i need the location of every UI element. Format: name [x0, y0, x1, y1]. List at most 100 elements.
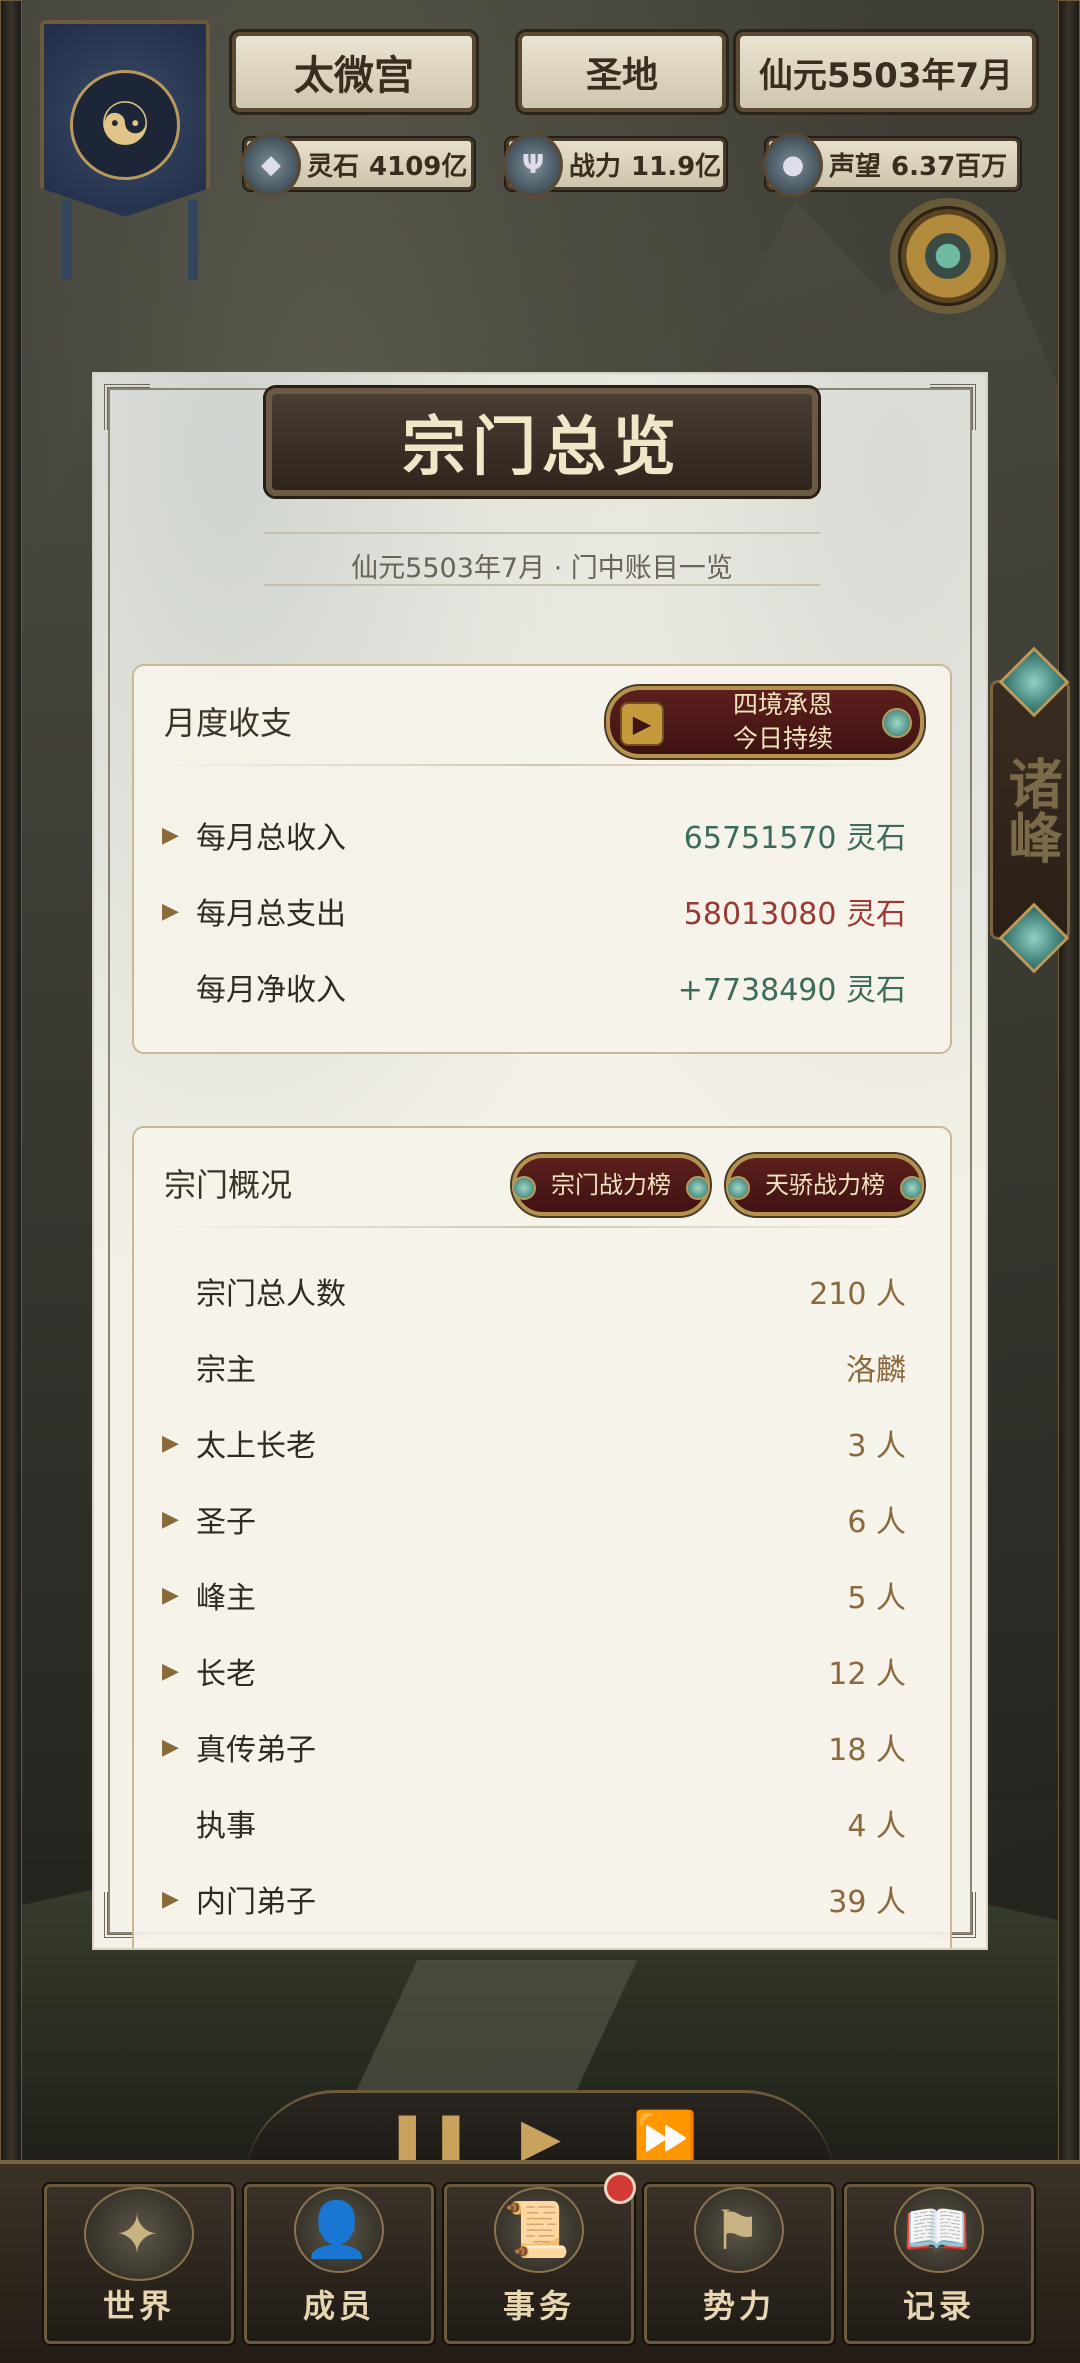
divider: [264, 532, 820, 534]
reputation-label: 声望: [829, 151, 882, 182]
expand-arrow-icon: ▶: [162, 1658, 179, 1684]
trident-icon: Ψ: [503, 133, 563, 197]
taiji-emblem-icon: ☯: [70, 70, 180, 180]
sect-name: 太微宫: [229, 29, 479, 115]
expand-arrow-icon: ▶: [162, 898, 179, 924]
reputation-value: 6.37百万: [891, 151, 1008, 182]
expand-arrow-icon: ▶: [162, 1582, 179, 1608]
finance-row-net: 每月净收入 +7738490 灵石: [162, 962, 906, 1012]
sect-status-card: 宗门概况 宗门战力榜 天骄战力榜 宗门总人数 210 人 宗主 洛麟 ▶ 太上长…: [132, 1126, 952, 1948]
book-icon: 📖: [894, 2187, 984, 2273]
list-item: 宗主 洛麟: [162, 1342, 906, 1392]
nav-members[interactable]: 👤 成员: [242, 2182, 436, 2346]
nav-label: 势力: [702, 2287, 775, 2325]
overview-heading: 宗门概况: [164, 1166, 293, 1204]
row-label: 每月总收入: [196, 821, 346, 856]
row-value: +7738490 灵石: [677, 973, 906, 1008]
finance-heading: 月度收支: [164, 704, 293, 742]
screen-frame-left: [0, 0, 22, 2363]
row-value: 6 人: [847, 1505, 906, 1540]
row-value: 3 人: [847, 1429, 906, 1464]
sect-tier: 圣地: [515, 29, 729, 115]
row-label: 真传弟子: [196, 1733, 316, 1768]
power-value: 11.9亿: [631, 151, 722, 182]
video-play-icon: ▶: [620, 702, 664, 746]
list-item: 执事 4 人: [162, 1798, 906, 1848]
scroll-icon: 📜: [494, 2187, 584, 2273]
grace-buff-button[interactable]: ▶ 四境承恩 今日持续: [604, 684, 926, 760]
expand-arrow-icon: ▶: [162, 1506, 179, 1532]
row-value: 39 人: [828, 1885, 906, 1920]
list-item[interactable]: ▶ 真传弟子 18 人: [162, 1722, 906, 1772]
row-label: 执事: [196, 1809, 256, 1844]
spirit-stone-icon: ◆: [241, 133, 301, 197]
panel-subtitle: 仙元5503年7月 · 门中账目一览: [351, 553, 733, 584]
expand-arrow-icon: ▶: [162, 1430, 179, 1456]
grace-buff-line2: 今日持续: [732, 724, 833, 753]
row-value: 18 人: [828, 1733, 906, 1768]
nav-power[interactable]: ⚑ 势力: [642, 2182, 836, 2346]
nav-label: 成员: [302, 2287, 375, 2325]
monthly-finance-card: 月度收支 ▶ 四境承恩 今日持续 ▶ 每月总收入 65751570 灵石 ▶ 每…: [132, 664, 952, 1054]
reputation-orb-icon: ●: [763, 133, 823, 197]
nav-records[interactable]: 📖 记录: [842, 2182, 1036, 2346]
faction-banner-icon: ⚑: [694, 2187, 784, 2273]
play-icon[interactable]: ▶: [506, 2108, 576, 2168]
grace-buff-line1: 四境承恩: [732, 690, 833, 719]
bottom-nav: ✦ 世界 👤 成员 📜 事务 ⚑ 势力 📖 记录: [0, 2160, 1080, 2363]
row-label: 每月总支出: [196, 897, 346, 932]
notification-dot: [604, 2172, 636, 2204]
expand-arrow-icon: ▶: [162, 1734, 179, 1760]
list-item[interactable]: ▶ 长老 12 人: [162, 1646, 906, 1696]
grace-buff-text: 四境承恩 今日持续: [733, 688, 833, 756]
fast-forward-icon[interactable]: ⏩: [620, 2108, 710, 2169]
corner-ornament-icon: [930, 384, 976, 430]
row-label: 长老: [196, 1657, 256, 1692]
nav-label: 记录: [902, 2287, 975, 2325]
spirit-stone-label: 灵石: [307, 151, 360, 182]
list-item[interactable]: ▶ 圣子 6 人: [162, 1494, 906, 1544]
row-label: 峰主: [196, 1581, 256, 1616]
row-value: 4 人: [847, 1809, 906, 1844]
disciple-portrait-icon: 👤: [294, 2187, 384, 2273]
row-value: 洛麟: [846, 1353, 906, 1388]
screen-frame-right: [1058, 0, 1080, 2363]
finance-row-expense[interactable]: ▶ 每月总支出 58013080 灵石: [162, 886, 906, 936]
power-stat: Ψ 战力 11.9亿: [503, 133, 728, 197]
sect-overview-panel: 宗门总览 仙元5503年7月 · 门中账目一览 月度收支 ▶ 四境承恩 今日持续…: [92, 372, 988, 1950]
row-value: 65751570 灵石: [683, 821, 906, 856]
expand-arrow-icon: ▶: [162, 1886, 179, 1912]
sect-power-ranking-button[interactable]: 宗门战力榜: [510, 1152, 712, 1218]
divider: [264, 584, 820, 586]
reputation-stat: ● 声望 6.37百万: [763, 133, 1022, 197]
row-value: 12 人: [828, 1657, 906, 1692]
top-bar: ☯ 太微宫 圣地 仙元5503年7月 ◆ 灵石 4109亿 Ψ 战力 11.9亿…: [0, 0, 1080, 280]
nav-affairs[interactable]: 📜 事务: [442, 2182, 636, 2346]
list-item[interactable]: ▶ 峰主 5 人: [162, 1570, 906, 1620]
row-label: 宗主: [196, 1353, 256, 1388]
pause-icon[interactable]: ❚❚: [385, 2108, 472, 2168]
list-item[interactable]: ▶ 太上长老 3 人: [162, 1418, 906, 1468]
row-label: 圣子: [196, 1505, 256, 1540]
expand-arrow-icon: ▶: [162, 822, 179, 848]
banner-tassel-icon: [188, 200, 198, 280]
row-label: 内门弟子: [196, 1885, 316, 1920]
divider: [162, 764, 922, 766]
settings-gear-icon[interactable]: [898, 206, 998, 306]
nav-label: 世界: [102, 2287, 175, 2325]
list-item[interactable]: ▶ 内门弟子 39 人: [162, 1874, 906, 1924]
world-compass-icon: ✦: [84, 2187, 194, 2281]
finance-row-income[interactable]: ▶ 每月总收入 65751570 灵石: [162, 810, 906, 860]
list-item: 宗门总人数 210 人: [162, 1266, 906, 1316]
row-label: 每月净收入: [196, 973, 346, 1008]
nav-world[interactable]: ✦ 世界: [42, 2182, 236, 2346]
row-value: 210 人: [809, 1277, 906, 1312]
prodigy-power-ranking-button[interactable]: 天骄战力榜: [724, 1152, 926, 1218]
divider: [162, 1226, 922, 1228]
row-label: 太上长老: [196, 1429, 316, 1464]
row-value: 5 人: [847, 1581, 906, 1616]
jade-ornament-icon: [882, 708, 912, 738]
row-value: 58013080 灵石: [683, 897, 906, 932]
peaks-side-tab[interactable]: 诸峰: [990, 680, 1070, 940]
row-label: 宗门总人数: [196, 1277, 346, 1312]
